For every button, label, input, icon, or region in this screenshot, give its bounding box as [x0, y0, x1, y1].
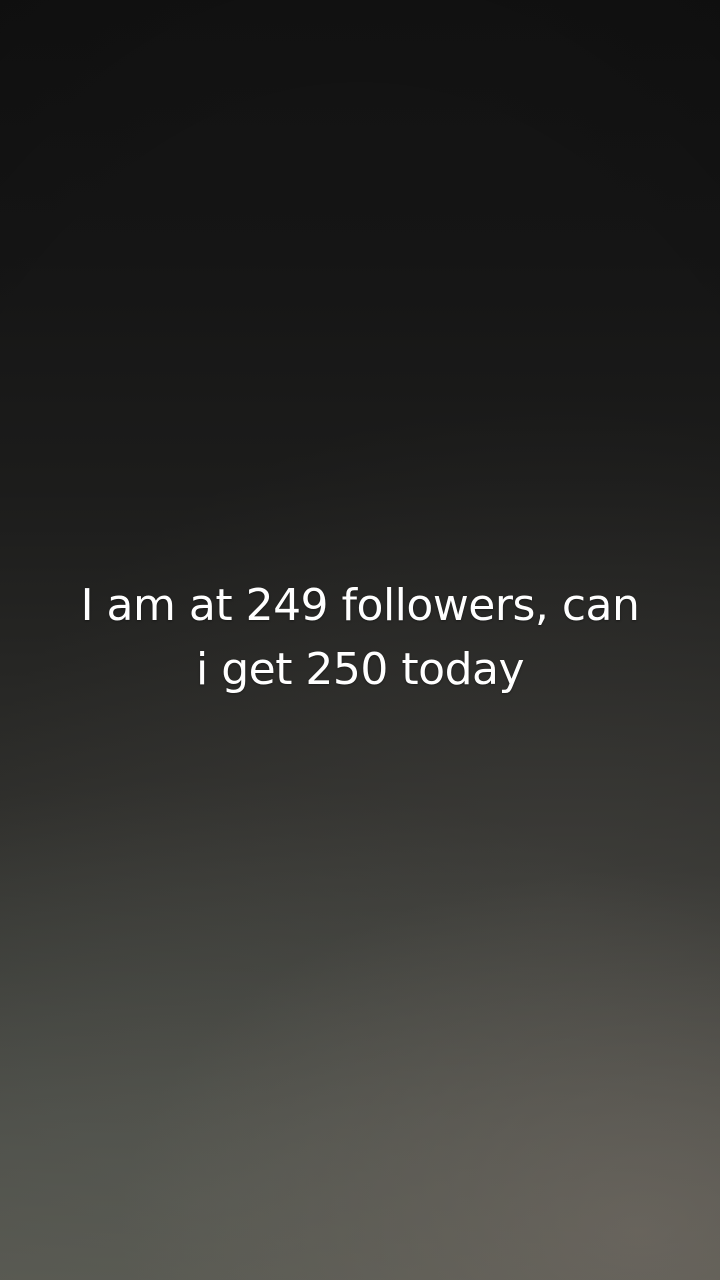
caption-line-2: i get 250 today [195, 644, 525, 695]
caption-text: I am at 249 followers, can i get 250 tod… [20, 574, 700, 702]
caption-line-1: I am at 249 followers, can [80, 580, 640, 631]
video-frame: I am at 249 followers, can i get 250 tod… [0, 0, 720, 1280]
